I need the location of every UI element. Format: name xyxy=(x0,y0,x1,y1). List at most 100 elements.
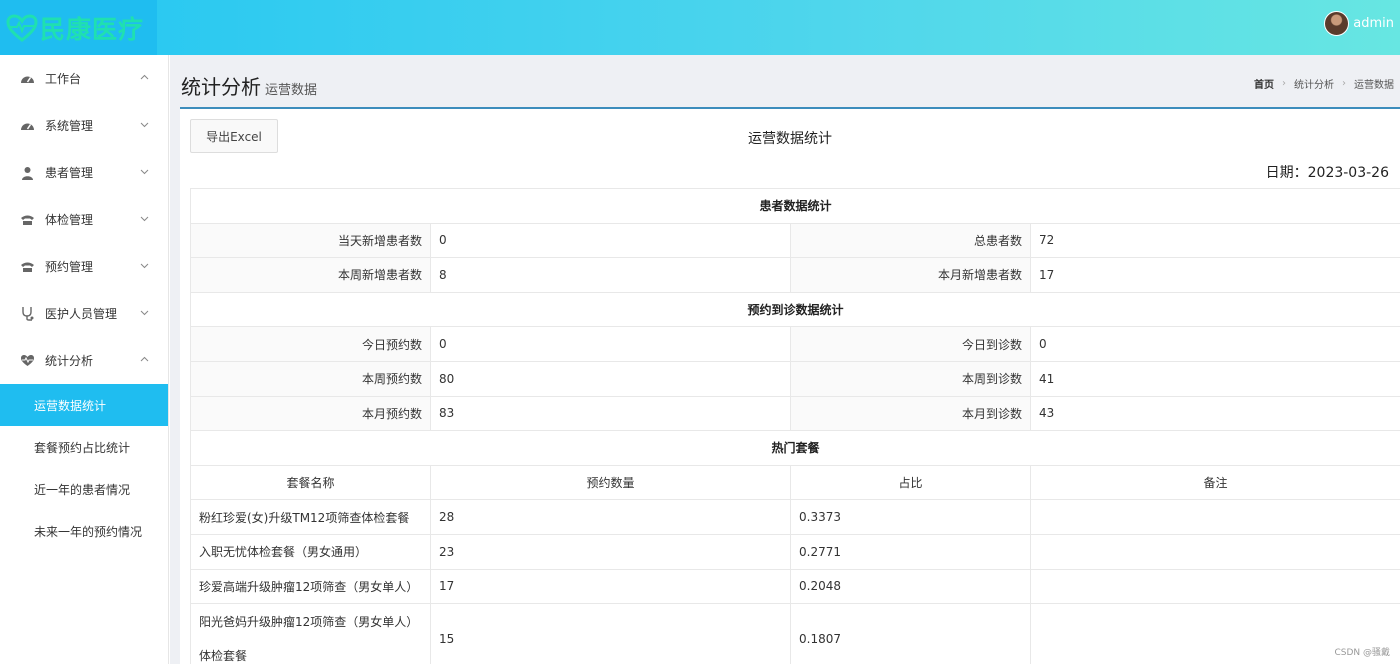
table-row: 本周新增患者数 8 本月新增患者数 17 xyxy=(190,257,1400,293)
stat-label: 本月新增患者数 xyxy=(790,257,1031,293)
stat-value: 80 xyxy=(430,360,791,397)
sidebar-item-checkup[interactable]: 体检管理 xyxy=(0,196,168,243)
package-note xyxy=(1029,533,1400,570)
breadcrumb-item[interactable]: 统计分析 xyxy=(1294,76,1334,91)
sidebar-item-label: 医护人员管理 xyxy=(45,307,118,321)
sidebar-item-label: 患者管理 xyxy=(45,166,94,180)
sidebar-item-label: 系统管理 xyxy=(45,119,94,133)
stat-label: 本周新增患者数 xyxy=(190,257,431,293)
sidebar-item-workbench[interactable]: 工作台 xyxy=(0,55,168,102)
chevron-down-icon xyxy=(140,216,149,222)
sidebar-item-label: 预约管理 xyxy=(45,260,94,274)
chevron-up-icon xyxy=(140,74,149,80)
stat-label: 今日到诊数 xyxy=(790,326,1031,362)
chevron-right-icon: › xyxy=(1342,78,1346,89)
column-header: 占比 xyxy=(790,464,1031,501)
chevron-down-icon xyxy=(140,263,149,269)
stat-value: 72 xyxy=(1029,222,1400,259)
user-menu[interactable]: admin xyxy=(1324,11,1394,36)
stat-value: 8 xyxy=(430,257,791,293)
stat-value: 43 xyxy=(1029,395,1400,432)
package-count: 28 xyxy=(430,499,791,535)
watermark: CSDN @骚戴 xyxy=(1334,648,1390,658)
table-row: 入职无忧体检套餐（男女通用） 23 0.2771 xyxy=(190,533,1400,570)
sidebar-item-appointments[interactable]: 预约管理 xyxy=(0,243,168,290)
submenu-patient-year[interactable]: 近一年的患者情况 xyxy=(0,468,168,510)
sidebar-item-system[interactable]: 系统管理 xyxy=(0,102,168,149)
sidebar-item-label: 体检管理 xyxy=(45,213,94,227)
package-ratio: 0.3373 xyxy=(790,499,1031,535)
report-card: 运营数据统计 导出Excel 日期：2023-03-26 患者数据统计 当天新增… xyxy=(180,107,1400,664)
breadcrumb-current: 运营数据 xyxy=(1354,80,1394,91)
phone-icon xyxy=(19,258,36,275)
dashboard-icon xyxy=(19,117,36,134)
stat-label: 本周预约数 xyxy=(190,360,431,397)
sidebar-item-staff[interactable]: 医护人员管理 xyxy=(0,290,168,337)
column-header: 预约数量 xyxy=(430,464,791,501)
username[interactable]: admin xyxy=(1353,16,1394,31)
sidebar-item-label: 统计分析 xyxy=(45,354,94,368)
stat-value: 0 xyxy=(430,222,791,259)
submenu-appointment-future[interactable]: 未来一年的预约情况 xyxy=(0,510,168,552)
table-row: 珍爱高端升级肿瘤12项筛查（男女单人） 17 0.2048 xyxy=(190,568,1400,605)
avatar[interactable] xyxy=(1324,11,1350,36)
page-title: 统计分析 运营数据 xyxy=(181,71,317,100)
stat-value: 0 xyxy=(1029,326,1400,362)
heartbeat-icon xyxy=(19,352,36,369)
column-header: 备注 xyxy=(1029,464,1400,501)
export-excel-button[interactable]: 导出Excel xyxy=(190,119,278,153)
main-content: 统计分析 运营数据 首页 › 统计分析 › 运营数据 运营数据统计 导出Excel… xyxy=(170,55,1400,664)
chevron-up-icon xyxy=(140,356,149,362)
user-icon xyxy=(19,164,36,181)
package-ratio: 0.2771 xyxy=(790,533,1031,570)
stat-label: 今日预约数 xyxy=(190,326,431,362)
stat-label: 本月预约数 xyxy=(190,395,431,432)
page-subtitle: 运营数据 xyxy=(265,83,318,98)
package-name: 粉红珍爱(女)升级TM12项筛查体检套餐 xyxy=(190,499,431,535)
stat-label: 本月到诊数 xyxy=(790,395,1031,432)
section-header-appointments: 预约到诊数据统计 xyxy=(189,291,1400,328)
stat-label: 当天新增患者数 xyxy=(190,222,431,259)
sidebar-item-patients[interactable]: 患者管理 xyxy=(0,149,168,196)
submenu-operations-stats[interactable]: 运营数据统计 xyxy=(0,384,168,426)
stat-label: 本周到诊数 xyxy=(790,360,1031,397)
submenu-package-ratio[interactable]: 套餐预约占比统计 xyxy=(0,426,168,468)
breadcrumb: 首页 › 统计分析 › 运营数据 xyxy=(1254,76,1394,91)
section-header-patients: 患者数据统计 xyxy=(189,188,1400,224)
table-row: 本周预约数 80 本周到诊数 41 xyxy=(190,360,1400,397)
table-row: 患者数据统计 xyxy=(189,188,1400,224)
stethoscope-icon xyxy=(19,305,36,322)
package-name: 珍爱高端升级肿瘤12项筛查（男女单人） xyxy=(190,568,431,605)
stat-label: 总患者数 xyxy=(790,222,1031,259)
chevron-down-icon xyxy=(140,169,149,175)
table-row: 今日预约数 0 今日到诊数 0 xyxy=(190,326,1400,362)
heart-pulse-logo-icon xyxy=(6,13,38,42)
package-count: 23 xyxy=(430,533,791,570)
breadcrumb-home[interactable]: 首页 xyxy=(1254,76,1274,91)
chevron-down-icon xyxy=(140,310,149,316)
stat-value: 41 xyxy=(1029,360,1400,397)
report-date: 日期：2023-03-26 xyxy=(1265,165,1389,181)
logo-text: 民康医疗 xyxy=(40,14,145,44)
package-note xyxy=(1029,499,1400,535)
table-row: 当天新增患者数 0 总患者数 72 xyxy=(190,222,1400,259)
package-name: 阳光爸妈升级肿瘤12项筛查（男女单人）体检套餐 xyxy=(190,603,431,664)
top-header: 民康医疗 admin xyxy=(0,0,1400,55)
sidebar: 工作台 系统管理 患者管理 体检管理 预约管理 医护人员管理 统计分析 运营数据… xyxy=(0,55,169,664)
stat-value: 0 xyxy=(430,326,791,362)
table-row: 阳光爸妈升级肿瘤12项筛查（男女单人）体检套餐 15 0.1807 xyxy=(190,603,1400,664)
column-header: 套餐名称 xyxy=(190,464,431,501)
package-count: 17 xyxy=(430,568,791,605)
chevron-right-icon: › xyxy=(1282,78,1286,89)
section-header-hot-packages: 热门套餐 xyxy=(189,430,1400,466)
stat-value: 83 xyxy=(430,395,791,432)
stats-table: 患者数据统计 当天新增患者数 0 总患者数 72 本周新增患者数 8 本月新增患… xyxy=(189,188,1400,664)
logo[interactable]: 民康医疗 xyxy=(0,0,157,55)
sidebar-item-statistics[interactable]: 统计分析 xyxy=(0,337,168,384)
table-row: 热门套餐 xyxy=(189,430,1400,466)
package-count: 15 xyxy=(430,603,791,664)
page-header: 统计分析 运营数据 首页 › 统计分析 › 运营数据 xyxy=(170,55,1400,107)
page-title-text: 统计分析 xyxy=(181,75,261,99)
chevron-down-icon xyxy=(140,122,149,128)
package-name: 入职无忧体检套餐（男女通用） xyxy=(190,533,431,570)
